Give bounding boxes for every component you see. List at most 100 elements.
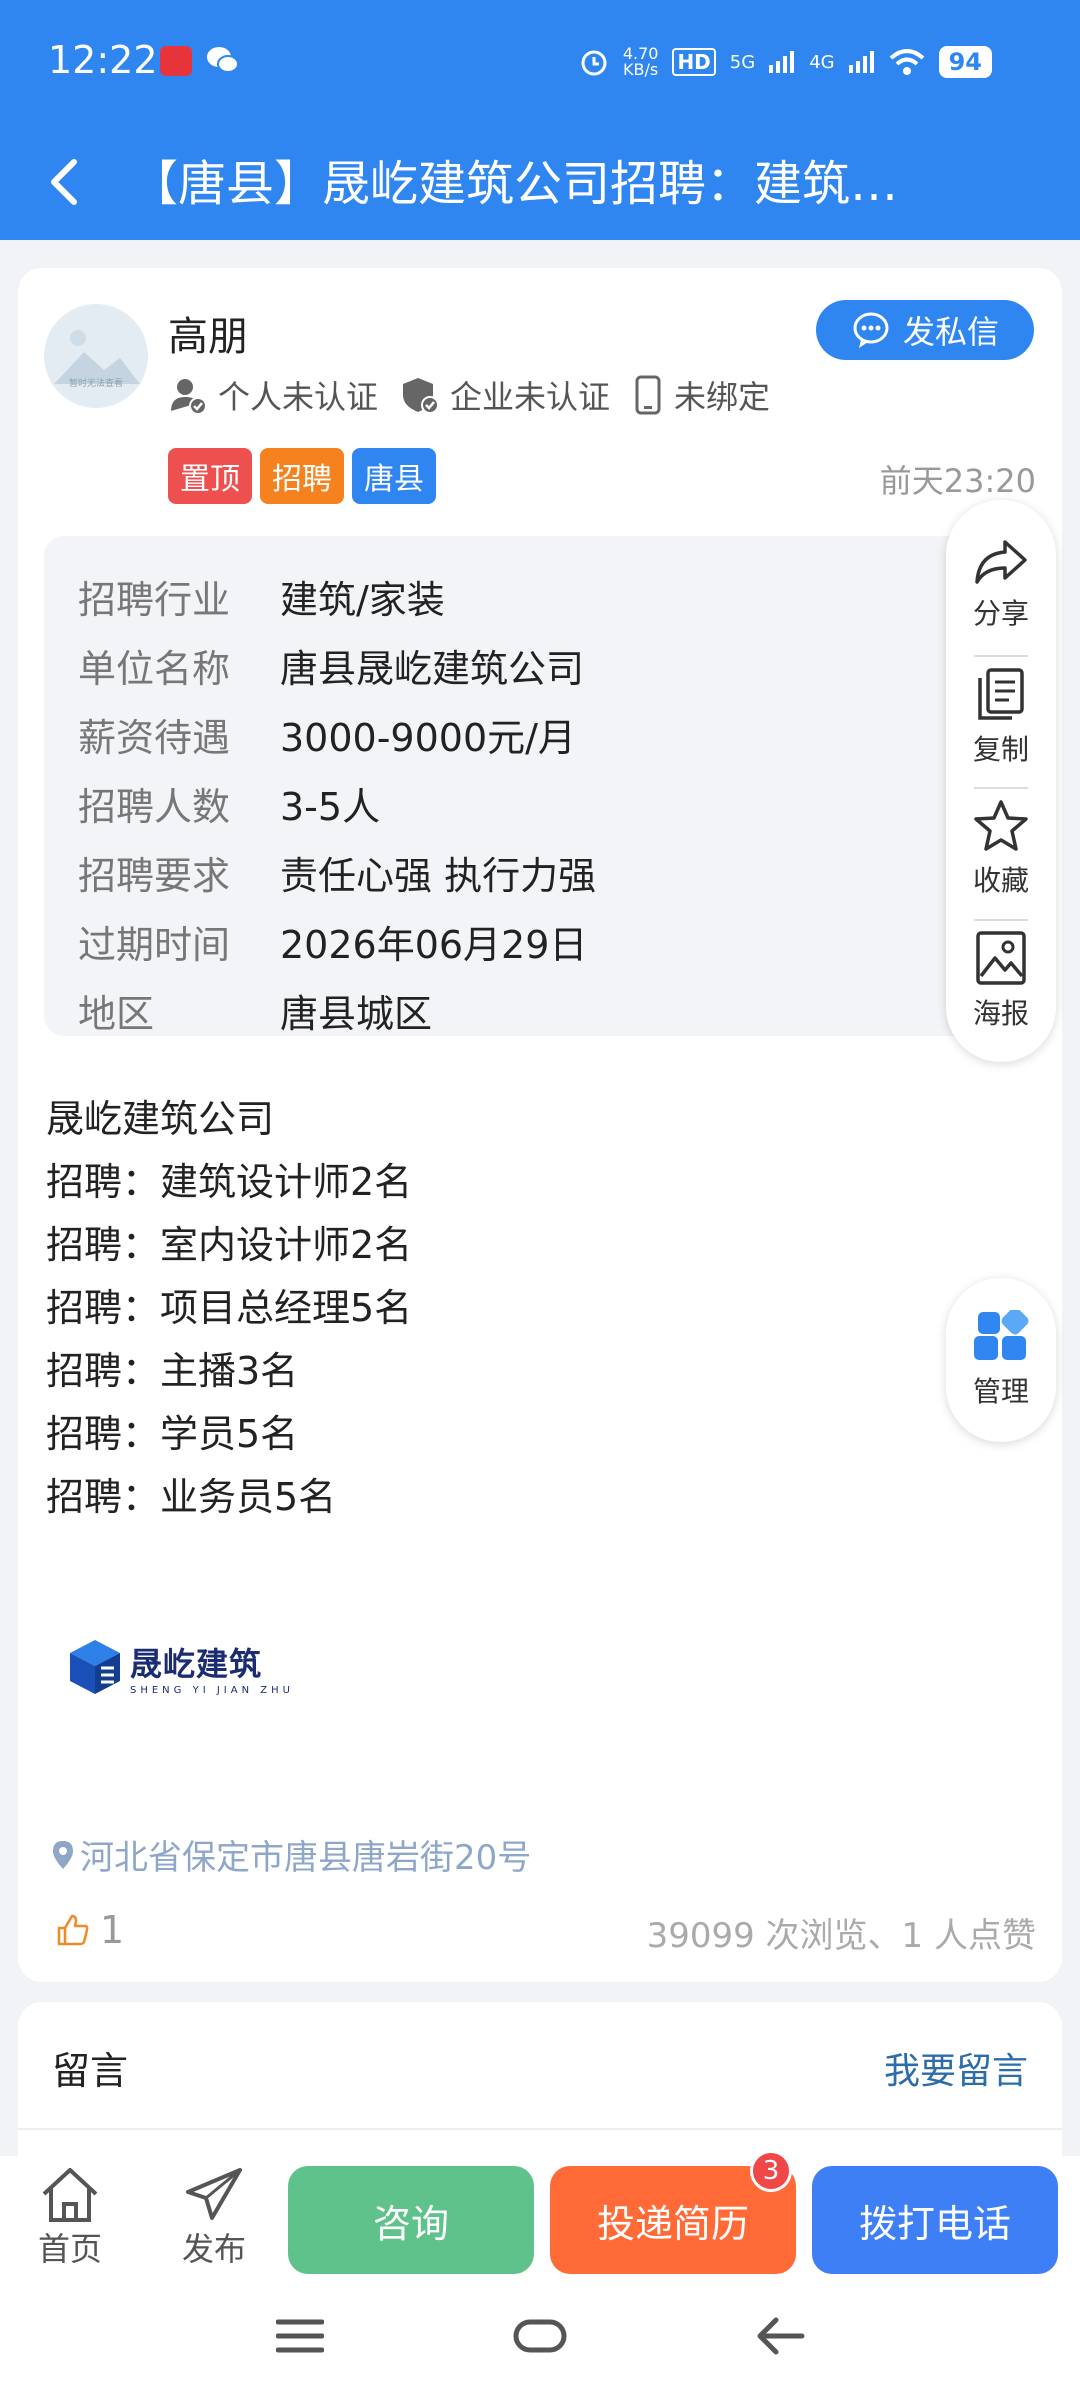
description-line: 招聘：主播3名 [46, 1349, 299, 1393]
cube-logo-icon [70, 1640, 120, 1694]
resume-count-badge: 3 [750, 2150, 792, 2192]
tab-home[interactable]: 首页 [20, 2166, 120, 2276]
phone-icon [635, 375, 661, 415]
signal-4g-label: 4G [809, 51, 835, 73]
signal-icon [769, 51, 795, 73]
job-info-table: 招聘行业 建筑/家装 单位名称 唐县晟屹建筑公司 薪资待遇 3000-9000元/月 … [44, 536, 1036, 1036]
info-label: 单位名称 [78, 647, 231, 691]
location-pin-icon [53, 1840, 73, 1869]
company-cert-badge: 企业未认证 [400, 372, 610, 418]
arrow-left-icon [757, 2317, 805, 2355]
post-card: 暂时无法查看 高朋 发私信 个人未认证 企业未认证 未绑定 置顶 招聘 唐县 前… [18, 268, 1062, 1982]
manage-button[interactable]: 管理 [946, 1278, 1056, 1442]
info-row: 招聘人数 3-5人 [78, 769, 1036, 838]
logo-name: 晟屹建筑 [130, 1644, 263, 1683]
manage-label: 管理 [972, 1375, 1029, 1408]
call-button[interactable]: 拨打电话 [812, 2166, 1058, 2274]
hd-label: HD [672, 48, 716, 76]
info-label: 招聘人数 [78, 785, 231, 829]
info-value: 3000-9000元/月 [280, 716, 576, 760]
info-row: 过期时间 2026年06月29日 [78, 907, 1036, 976]
wifi-icon [889, 49, 924, 75]
comments-divider [18, 2128, 1062, 2130]
back-button[interactable] [36, 146, 96, 216]
leave-comment-link[interactable]: 我要留言 [884, 2042, 1028, 2094]
net-speed-unit: KB/s [623, 60, 659, 79]
send-icon [186, 2168, 242, 2220]
chevron-left-icon [51, 159, 77, 205]
description-line: 晟屹建筑公司 [46, 1097, 275, 1141]
verification-badges: 个人未认证 企业未认证 未绑定 [168, 372, 770, 418]
avatar[interactable]: 暂时无法查看 [44, 304, 148, 408]
copy-icon [978, 668, 1024, 720]
home-icon [42, 2168, 98, 2222]
post-tags: 置顶 招聘 唐县 [168, 448, 436, 504]
app-header: 12:22 4.70 KB/s HD 5G 4G 94 【唐县】晟屹建筑公司招聘… [0, 0, 1080, 240]
info-label: 招聘要求 [78, 854, 231, 898]
signal-icon-2 [848, 51, 874, 73]
back-system-button[interactable] [756, 2316, 806, 2360]
company-cert-label: 企业未认证 [450, 378, 611, 416]
post-description: 晟屹建筑公司 招聘：建筑设计师2名 招聘：室内设计师2名 招聘：项目总经理5名 … [46, 1088, 412, 1529]
status-time: 12:22 [48, 38, 158, 82]
personal-cert-label: 个人未认证 [218, 378, 379, 416]
status-icons: 4.70 KB/s HD 5G 4G 94 [579, 40, 992, 84]
thumbs-up-icon [57, 1914, 89, 1946]
info-value: 3-5人 [280, 785, 381, 829]
description-line: 招聘：室内设计师2名 [46, 1223, 413, 1267]
menu-icon [275, 2319, 325, 2353]
logo-subtitle: SHENG YI JIAN ZHU [130, 1684, 294, 1696]
user-check-icon [171, 379, 207, 415]
info-label: 过期时间 [78, 923, 231, 967]
comments-section: 留言 我要留言 [18, 2002, 1062, 2172]
alarm-icon [581, 50, 607, 76]
app-notification-icon [160, 46, 192, 76]
info-value: 建筑/家装 [280, 578, 445, 622]
home-system-button[interactable] [512, 2316, 568, 2360]
info-label: 薪资待遇 [78, 716, 231, 760]
bottom-action-bar: 首页 发布 咨询 投递简历 3 拨打电话 [0, 2150, 1080, 2276]
status-bar: 12:22 4.70 KB/s HD 5G 4G 94 [0, 0, 1080, 130]
personal-cert-badge: 个人未认证 [168, 372, 378, 418]
info-row: 招聘行业 建筑/家装 [78, 562, 1036, 631]
info-value: 2026年06月29日 [280, 923, 588, 967]
send-message-button[interactable]: 发私信 [816, 300, 1034, 360]
address[interactable]: 河北省保定市唐县唐岩街20号 [52, 1830, 531, 1879]
star-icon [974, 800, 1028, 851]
tag-region: 唐县 [352, 448, 436, 504]
info-label: 招聘行业 [78, 578, 231, 622]
posted-time: 前天23:20 [879, 462, 1036, 500]
description-line: 招聘：建筑设计师2名 [46, 1160, 413, 1204]
consult-button[interactable]: 咨询 [288, 2166, 534, 2274]
address-text: 河北省保定市唐县唐岩街20号 [80, 1838, 532, 1878]
recent-apps-button[interactable] [275, 2316, 325, 2360]
wechat-icon [206, 44, 240, 76]
home-pill-icon [513, 2319, 567, 2353]
description-line: 招聘：项目总经理5名 [46, 1286, 413, 1330]
share-label: 分享 [972, 597, 1029, 630]
info-value: 责任心强 执行力强 [280, 854, 597, 898]
share-button[interactable]: 分享 [946, 520, 1056, 650]
apps-icon [974, 1310, 1029, 1360]
image-icon [976, 931, 1026, 985]
tab-home-label: 首页 [37, 2230, 102, 2268]
info-row: 地区 唐县城区 [78, 976, 1036, 1045]
poster-name: 高朋 [168, 314, 248, 360]
tab-publish[interactable]: 发布 [164, 2166, 264, 2276]
signal-5g-label: 5G [729, 51, 756, 73]
nav-bar: 【唐县】晟屹建筑公司招聘：建筑… [0, 130, 1080, 240]
info-label: 地区 [78, 992, 155, 1036]
company-logo: 晟屹建筑 SHENG YI JIAN ZHU [68, 1638, 294, 1696]
favorite-button[interactable]: 收藏 [946, 784, 1056, 914]
tab-publish-label: 发布 [181, 2230, 246, 2268]
phone-bind-badge: 未绑定 [632, 372, 770, 418]
comments-title: 留言 [52, 2049, 129, 2093]
copy-button[interactable]: 复制 [946, 652, 1056, 782]
info-row: 薪资待遇 3000-9000元/月 [78, 700, 1036, 769]
poster-button[interactable]: 海报 [946, 916, 1056, 1046]
tag-hiring: 招聘 [260, 448, 344, 504]
info-row: 招聘要求 责任心强 执行力强 [78, 838, 1036, 907]
share-icon [975, 540, 1027, 584]
like-button[interactable]: 1 [56, 1908, 124, 1952]
description-line: 招聘：学员5名 [46, 1412, 299, 1456]
